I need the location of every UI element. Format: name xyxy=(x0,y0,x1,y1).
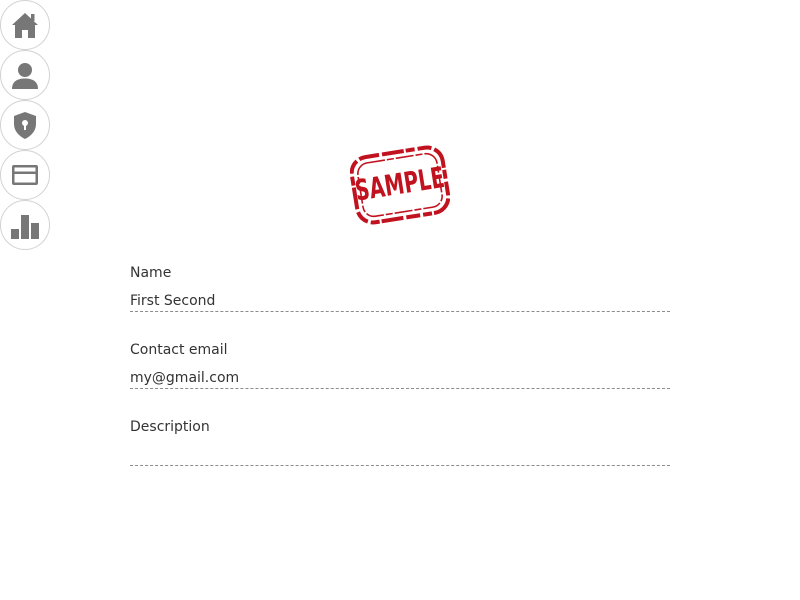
name-label: Name xyxy=(130,265,172,281)
bar-chart-icon xyxy=(11,215,39,239)
name-input[interactable] xyxy=(130,291,670,312)
email-input[interactable] xyxy=(130,368,670,389)
user-icon xyxy=(12,63,38,89)
stamp-text: SAMPLE xyxy=(353,160,447,207)
email-label: Contact email xyxy=(130,342,228,358)
sample-stamp: SAMPLE xyxy=(349,140,451,230)
description-label: Description xyxy=(130,419,210,435)
nav-billing-button[interactable] xyxy=(0,150,50,200)
profile-page: SAMPLE Name Contact email Description xyxy=(0,0,800,600)
nav-home-button[interactable] xyxy=(0,0,50,50)
contact-form: Name Contact email Description xyxy=(130,262,670,493)
nav-profile-button[interactable] xyxy=(0,50,50,100)
shield-icon xyxy=(14,112,36,139)
name-field-group: Name xyxy=(130,262,670,339)
email-field-group: Contact email xyxy=(130,339,670,416)
nav-stats-button[interactable] xyxy=(0,200,50,250)
description-field-group: Description xyxy=(130,416,670,493)
home-icon xyxy=(12,13,38,38)
credit-card-icon xyxy=(12,165,38,185)
nav-security-button[interactable] xyxy=(0,100,50,150)
description-input[interactable] xyxy=(130,445,670,466)
